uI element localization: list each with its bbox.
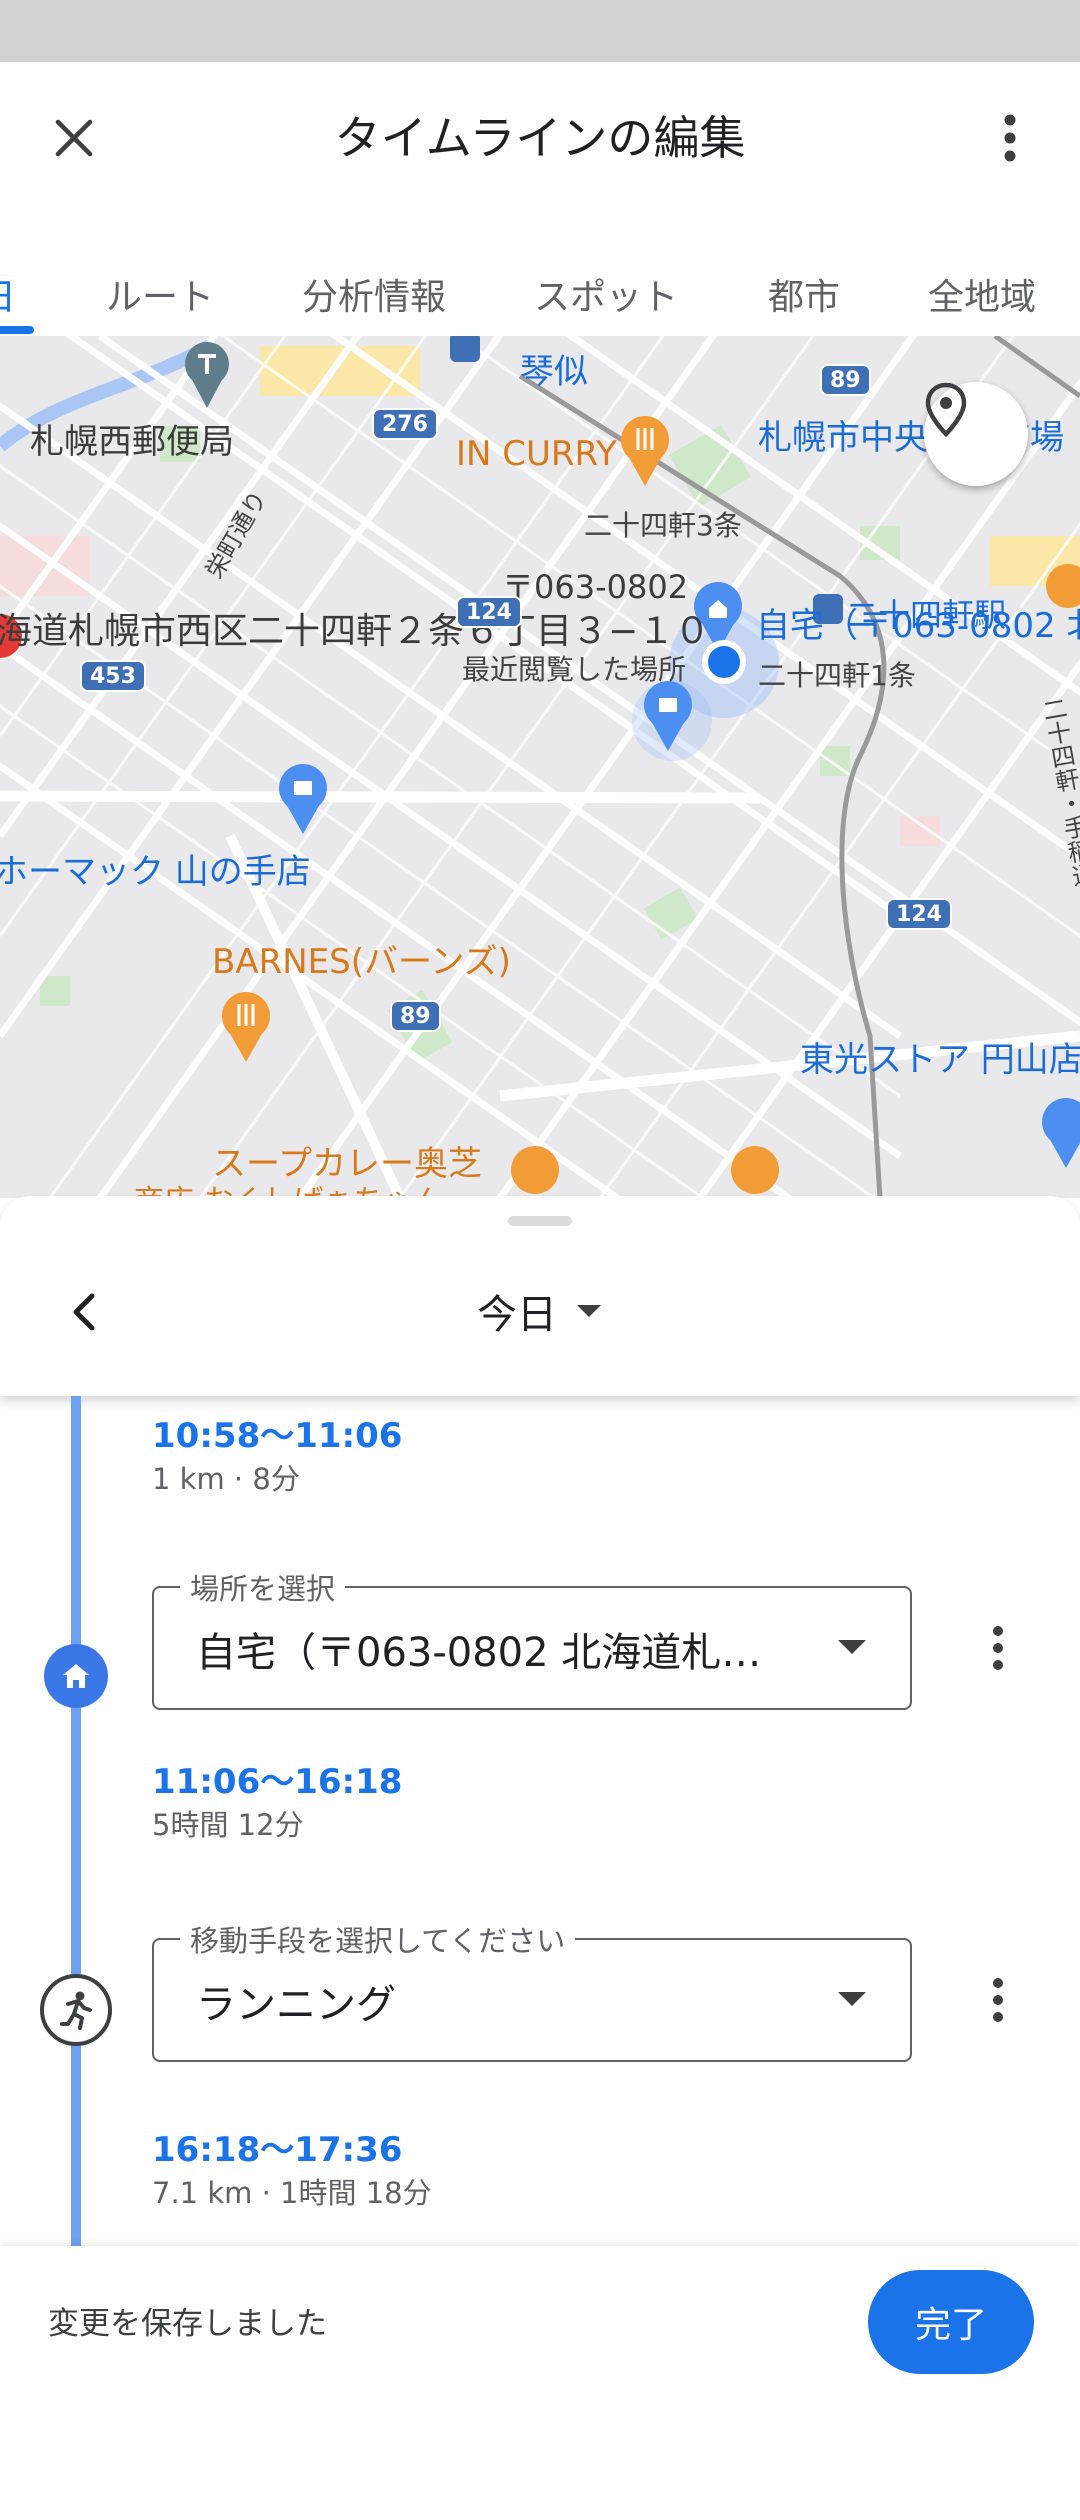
route-shield: 124	[886, 898, 952, 930]
map-label: 東光ストア 円山店	[800, 1040, 1080, 1080]
bottom-sheet-header: 今日	[0, 1196, 1080, 1396]
segment-time[interactable]: 11:06〜16:18	[152, 1754, 402, 1803]
map-label: BARNES(バーンズ)	[212, 942, 511, 982]
tab-day[interactable]: 日	[0, 268, 16, 320]
route-shield: 276	[372, 408, 438, 440]
active-tab-indicator	[0, 326, 34, 334]
more-vert-icon	[993, 1626, 1003, 1670]
save-status-text: 変更を保存しました	[48, 2306, 327, 2342]
map-label: 二十四軒3条	[584, 509, 742, 542]
app-bar: タイムラインの編集	[0, 62, 1080, 272]
transport-select-field[interactable]: 移動手段を選択してください ランニング	[152, 1918, 912, 2062]
timeline-list: 10:58〜11:06 1 km · 8分 場所を選択 自宅（〒063-0802…	[0, 1396, 1080, 2246]
more-options-button[interactable]	[978, 106, 1042, 170]
segment-detail: 5時間 12分	[152, 1808, 304, 1842]
map-label: 琴似	[520, 352, 588, 392]
segment-time[interactable]: 10:58〜11:06	[152, 1408, 402, 1457]
location-pin-icon	[925, 382, 967, 438]
home-icon	[63, 1664, 89, 1688]
place-select-field[interactable]: 場所を選択 自宅（〒063-0802 北海道札…	[152, 1566, 912, 1710]
drag-handle[interactable]	[508, 1216, 572, 1226]
map-label: 海道札幌市西区二十四軒２条６丁目３−１０	[0, 611, 711, 652]
map-label: 二十四軒駅	[846, 596, 1007, 634]
map-label: 商店 おくしばぁちゃん	[134, 1176, 444, 1198]
route-shield: 453	[80, 660, 146, 692]
dropdown-arrow-icon	[838, 1992, 866, 2006]
tab-spots[interactable]: スポット	[534, 268, 678, 320]
segment-detail: 1 km · 8分	[152, 1462, 300, 1496]
more-vert-icon	[993, 1978, 1003, 2022]
bottom-action-bar: 変更を保存しました 完了	[0, 2246, 1080, 2520]
map-label: IN CURRY	[456, 434, 617, 474]
tab-route[interactable]: ルート	[106, 268, 214, 320]
map-label: 最近閲覧した場所	[462, 653, 687, 686]
done-button[interactable]: 完了	[868, 2270, 1034, 2374]
segment-detail: 7.1 km · 1時間 18分	[152, 2176, 432, 2210]
running-icon	[60, 1991, 92, 2030]
place-select-legend: 場所を選択	[180, 1566, 346, 1608]
tab-cities[interactable]: 都市	[768, 268, 840, 320]
dropdown-arrow-icon	[577, 1305, 601, 1317]
home-node	[44, 1644, 108, 1708]
segment-time[interactable]: 16:18〜17:36	[152, 2122, 402, 2171]
activity-node	[40, 1974, 112, 2046]
place-more-button[interactable]	[974, 1608, 1022, 1688]
route-shield: 89	[820, 364, 871, 396]
transport-select-legend: 移動手段を選択してください	[180, 1918, 576, 1960]
map-view[interactable]: 札幌西郵便局 琴似 札幌市中央卸売市場 IN CURRY 二十四軒3条 〒063…	[0, 336, 1080, 1198]
map-label: 札幌西郵便局	[30, 422, 234, 462]
transport-more-button[interactable]	[974, 1960, 1022, 2040]
more-vert-icon	[1004, 114, 1016, 162]
route-shield: 89	[390, 1000, 441, 1032]
page-title: タイムラインの編集	[334, 111, 746, 165]
transport-select-value: ランニング	[196, 1982, 396, 2028]
map-label: ホーマック 山の手店	[0, 852, 311, 892]
status-bar	[0, 0, 1080, 62]
date-label: 今日	[477, 1292, 557, 1338]
tab-insights[interactable]: 分析情報	[302, 268, 446, 320]
dropdown-arrow-icon	[838, 1640, 866, 1654]
timeline-track	[71, 1396, 81, 2246]
date-selector[interactable]: 今日	[0, 1282, 1080, 1340]
map-label: 二十四軒1条	[758, 659, 916, 692]
tab-bar: 日 ルート 分析情報 スポット 都市 全地域	[0, 268, 1080, 336]
tab-all-regions[interactable]: 全地域	[928, 268, 1036, 320]
show-location-button[interactable]	[924, 382, 1028, 486]
route-shield: 124	[456, 596, 522, 628]
place-select-value: 自宅（〒063-0802 北海道札…	[196, 1630, 762, 1676]
